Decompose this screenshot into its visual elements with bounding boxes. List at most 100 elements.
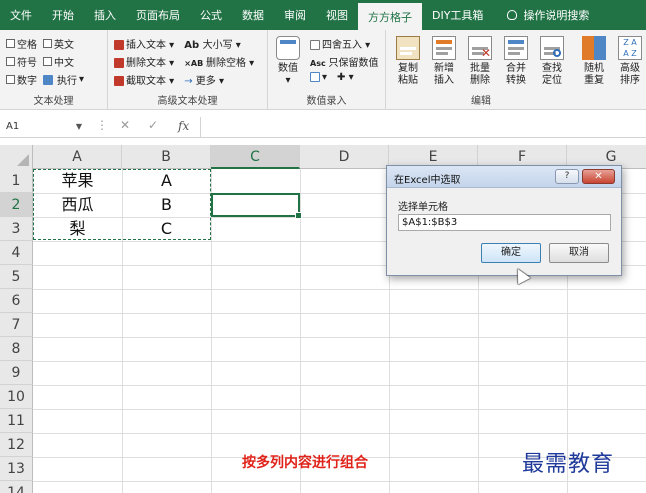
check-number[interactable]: 数字 bbox=[6, 72, 37, 87]
help-button[interactable]: ? bbox=[555, 169, 579, 184]
extract-text-button[interactable]: 截取文本 ▾ bbox=[114, 72, 174, 87]
tutorial-caption: 按多列内容进行组合 bbox=[242, 455, 368, 471]
gridline bbox=[33, 313, 646, 314]
row-header-9[interactable]: 9 bbox=[0, 361, 33, 385]
random-repeat-button[interactable]: 随机重复 bbox=[580, 36, 608, 87]
tab-formulas[interactable]: 公式 bbox=[190, 0, 232, 30]
cancel-button[interactable]: 取消 bbox=[549, 243, 609, 263]
tab-home[interactable]: 开始 bbox=[42, 0, 84, 30]
range-input[interactable]: $A$1:$B$3 bbox=[398, 214, 611, 231]
select-all-corner[interactable] bbox=[0, 145, 33, 169]
insert-text-button[interactable]: 插入文本 ▾ bbox=[114, 36, 174, 51]
name-box[interactable]: A1 ▼ bbox=[2, 118, 86, 136]
keep-value-button[interactable]: Asc 只保留数值 bbox=[310, 54, 378, 69]
row-header-1[interactable]: 1 bbox=[0, 169, 33, 193]
gridline bbox=[33, 361, 646, 362]
exec-button[interactable]: 执行 ▾ bbox=[43, 72, 84, 87]
copy-paste-label: 复制粘贴 bbox=[398, 63, 418, 86]
group-value-entry: 数值 ▾ 四舍五入 ▾ Asc 只保留数值 ▾ ✚ ▾ 数值录入 bbox=[268, 30, 386, 110]
column-header-b[interactable]: B bbox=[122, 145, 211, 169]
column-header-d[interactable]: D bbox=[300, 145, 389, 169]
row-header-12[interactable]: 12 bbox=[0, 433, 33, 457]
row-header-14[interactable]: 14 bbox=[0, 481, 33, 493]
check-space-label: 空格 bbox=[17, 40, 37, 51]
delete-text-label: 删除文本 bbox=[126, 58, 166, 69]
delete-space-button[interactable]: ×AB 删除空格 ▾ bbox=[184, 54, 254, 69]
find-locate-button[interactable]: 查找定位 bbox=[538, 36, 566, 87]
copy-marquee bbox=[33, 169, 211, 240]
keep-value-icon: Asc bbox=[310, 59, 329, 68]
ribbon-tab-bar: 文件 开始 插入 页面布局 公式 数据 审阅 视图 方方格子 DIY工具箱 操作… bbox=[0, 0, 646, 30]
delete-text-button[interactable]: 删除文本 ▾ bbox=[114, 54, 174, 69]
cancel-icon[interactable]: ✕ bbox=[120, 118, 130, 132]
round-button[interactable]: 四舍五入 ▾ bbox=[310, 36, 370, 51]
gridline bbox=[33, 289, 646, 290]
copy-paste-button[interactable]: 复制粘贴 bbox=[394, 36, 422, 87]
row-header-10[interactable]: 10 bbox=[0, 385, 33, 409]
check-symbol[interactable]: 符号 bbox=[6, 54, 37, 69]
sheet-icon bbox=[310, 72, 320, 82]
row-header-3[interactable]: 3 bbox=[0, 217, 33, 241]
active-cell-c2[interactable] bbox=[211, 193, 302, 219]
check-chinese-label: 中文 bbox=[54, 58, 74, 69]
column-header-c[interactable]: C bbox=[211, 145, 300, 169]
column-header-a[interactable]: A bbox=[33, 145, 122, 169]
new-insert-button[interactable]: 新增插入 bbox=[430, 36, 458, 87]
close-button[interactable]: ✕ bbox=[582, 169, 615, 184]
tab-insert[interactable]: 插入 bbox=[84, 0, 126, 30]
case-icon: Ab bbox=[184, 40, 203, 51]
plus-button[interactable]: ✚ ▾ bbox=[337, 72, 354, 83]
formula-input[interactable] bbox=[200, 117, 646, 137]
clipboard-icon bbox=[396, 36, 420, 60]
merge-convert-button[interactable]: 合并转换 bbox=[502, 36, 530, 87]
advanced-sort-button[interactable]: Z AA Z 高级排序 bbox=[616, 36, 644, 87]
gridline bbox=[33, 481, 646, 482]
check-symbol-label: 符号 bbox=[17, 58, 37, 69]
ok-button[interactable]: 确定 bbox=[481, 243, 541, 263]
merge-convert-label: 合并转换 bbox=[506, 63, 526, 86]
tab-view[interactable]: 视图 bbox=[316, 0, 358, 30]
checkbox-icon bbox=[43, 57, 52, 66]
check-english[interactable]: 英文 bbox=[43, 36, 74, 51]
exec-label: 执行 bbox=[57, 76, 77, 87]
row-header-6[interactable]: 6 bbox=[0, 289, 33, 313]
check-chinese[interactable]: 中文 bbox=[43, 54, 74, 69]
tab-data[interactable]: 数据 bbox=[232, 0, 274, 30]
group-label-edit: 编辑 bbox=[471, 96, 491, 107]
round-label: 四舍五入 bbox=[322, 40, 362, 51]
merge-icon bbox=[504, 36, 528, 60]
tab-review[interactable]: 审阅 bbox=[274, 0, 316, 30]
lightbulb-icon bbox=[507, 10, 518, 20]
ribbon: 空格 英文 符号 中文 数字 执行 ▾ 文本处理 插入文本 ▾ Ab 大小写 ▾… bbox=[0, 30, 646, 110]
more-button[interactable]: → 更多 ▾ bbox=[184, 72, 224, 87]
row-header-13[interactable]: 13 bbox=[0, 457, 33, 481]
tab-page-layout[interactable]: 页面布局 bbox=[126, 0, 190, 30]
group-label-text-processing: 文本处理 bbox=[33, 96, 74, 107]
tab-file[interactable]: 文件 bbox=[0, 0, 42, 30]
case-button[interactable]: Ab 大小写 ▾ bbox=[184, 36, 241, 51]
sheet-op-button[interactable]: ▾ bbox=[310, 72, 327, 83]
check-space[interactable]: 空格 bbox=[6, 36, 37, 51]
tab-diy-toolbox[interactable]: DIY工具箱 bbox=[422, 0, 493, 30]
row-header-4[interactable]: 4 bbox=[0, 241, 33, 265]
more-label: 更多 bbox=[195, 76, 216, 87]
dialog-title-bar[interactable]: 在Excel中选取 ? ✕ bbox=[387, 166, 621, 188]
chevron-down-icon[interactable]: ▼ bbox=[76, 122, 82, 131]
formula-bar: A1 ▼ ⋮ ✕ ✓ fx bbox=[0, 116, 646, 138]
row-header-7[interactable]: 7 bbox=[0, 313, 33, 337]
insert-function-icon[interactable]: fx bbox=[178, 119, 189, 133]
batch-delete-label: 批量删除 bbox=[470, 63, 490, 86]
confirm-icon[interactable]: ✓ bbox=[148, 118, 158, 132]
tab-fangfang[interactable]: 方方格子 bbox=[358, 3, 422, 30]
row-header-2[interactable]: 2 bbox=[0, 193, 33, 217]
row-header-5[interactable]: 5 bbox=[0, 265, 33, 289]
group-label-value-entry: 数值录入 bbox=[306, 96, 347, 107]
tell-me-search[interactable]: 操作说明搜索 bbox=[493, 0, 589, 30]
insert-text-label: 插入文本 bbox=[126, 40, 166, 51]
row-header-8[interactable]: 8 bbox=[0, 337, 33, 361]
checkbox-icon bbox=[43, 39, 52, 48]
value-button[interactable]: 数值 ▾ bbox=[276, 36, 300, 87]
row-header-11[interactable]: 11 bbox=[0, 409, 33, 433]
batch-delete-button[interactable]: ✕ 批量删除 bbox=[466, 36, 494, 87]
group-advanced-text: 插入文本 ▾ Ab 大小写 ▾ 删除文本 ▾ ×AB 删除空格 ▾ 截取文本 ▾… bbox=[108, 30, 268, 110]
